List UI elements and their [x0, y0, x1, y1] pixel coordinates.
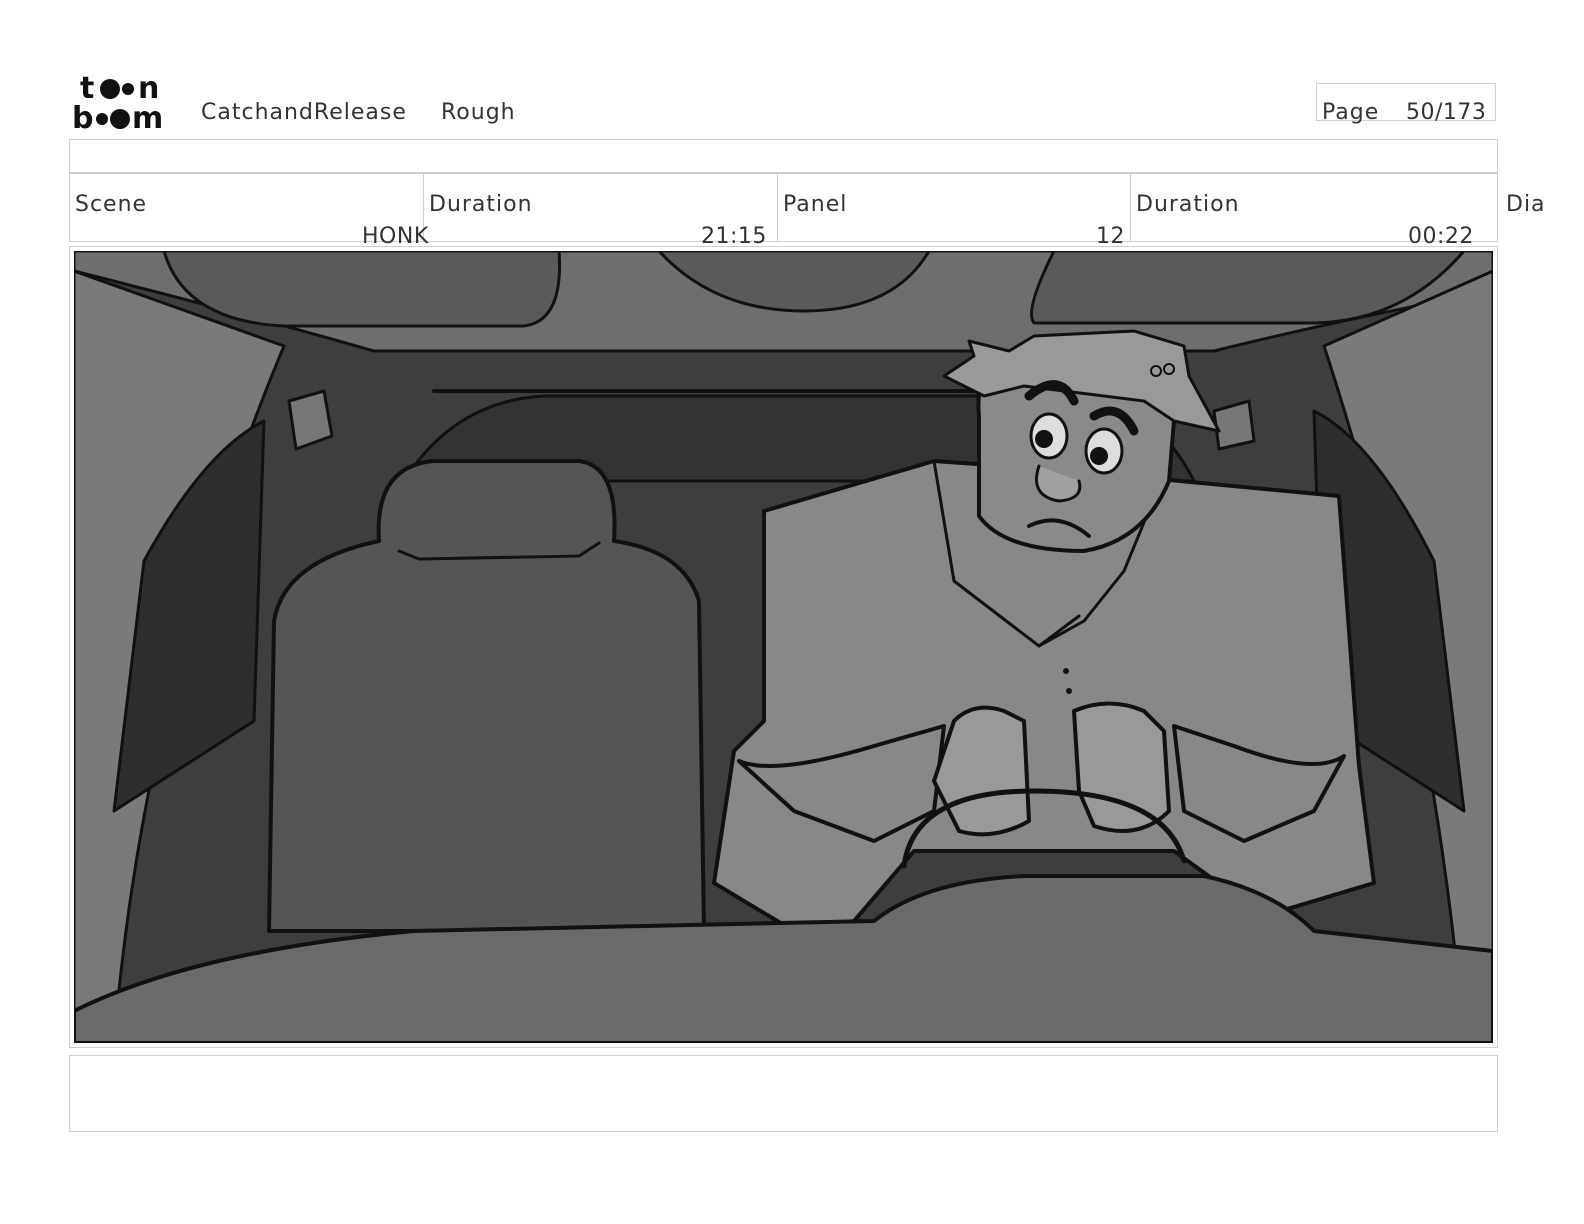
cell-divider: [1130, 173, 1131, 242]
page-label: Page: [1322, 100, 1380, 125]
logo-letter-b: b: [72, 101, 93, 134]
project-title: CatchandRelease: [201, 100, 407, 125]
dialogue-label: Dia: [1506, 192, 1546, 217]
scene-label: Scene: [75, 192, 148, 217]
panel-label: Panel: [783, 192, 848, 217]
panel-duration-label: Duration: [1136, 192, 1240, 217]
page-number: 50/173: [1406, 100, 1487, 125]
storyboard-panel-image: [72, 249, 1495, 1045]
version-label: Rough: [441, 100, 516, 125]
header-empty-strip: [69, 139, 1498, 173]
scene-duration-label: Duration: [429, 192, 533, 217]
notes-box: [69, 1055, 1498, 1132]
cell-divider: [777, 173, 778, 242]
toonboom-logo: t n b m: [72, 71, 182, 136]
logo-letter-m: m: [132, 101, 163, 134]
